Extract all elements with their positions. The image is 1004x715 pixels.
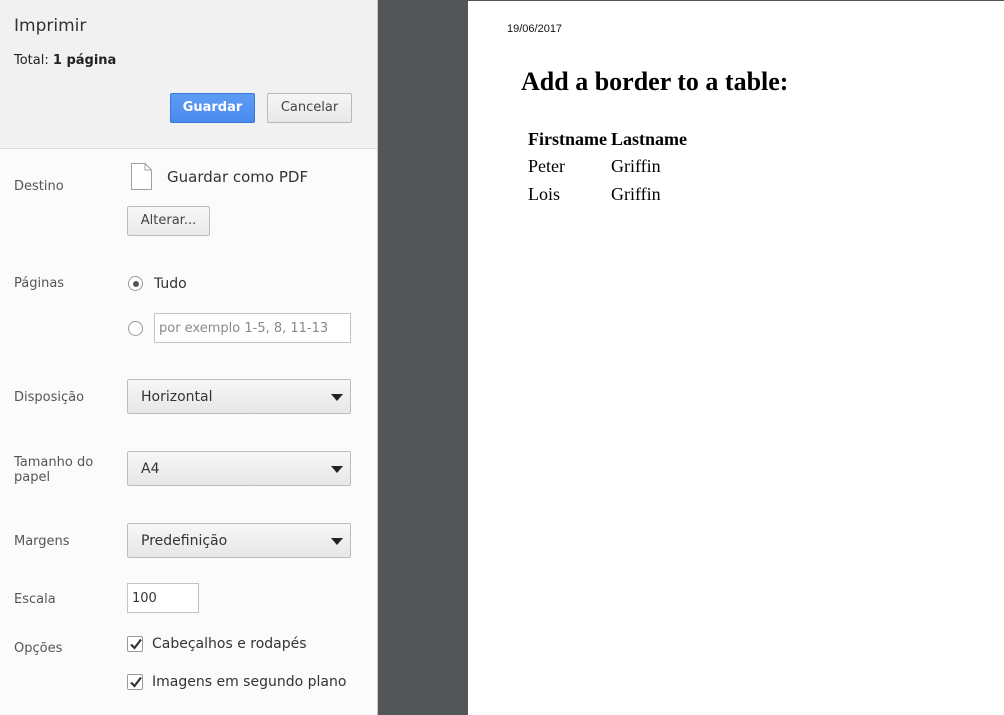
pdf-file-icon (131, 163, 152, 190)
paper-size-label: Tamanho do papel (14, 455, 94, 485)
background-images-checkbox[interactable] (127, 674, 143, 690)
change-destination-button[interactable]: Alterar... (127, 206, 210, 236)
chevron-down-icon (331, 466, 343, 473)
table-header-cell: Lastname (610, 128, 687, 149)
preview-heading: Add a border to a table: (521, 67, 789, 96)
pages-label: Páginas (14, 276, 65, 291)
headers-footers-label: Cabeçalhos e rodapés (152, 636, 307, 652)
table-row: Peter Griffin (527, 153, 688, 179)
checkmark-icon (130, 638, 142, 650)
background-images-label: Imagens em segundo plano (152, 674, 347, 690)
layout-label: Disposição (14, 390, 85, 405)
margins-select[interactable]: Predefinição (127, 523, 351, 558)
page-total: Total: 1 página (14, 53, 116, 68)
table-cell: Peter (528, 155, 565, 176)
paper-size-value: A4 (141, 461, 160, 477)
options-label: Opções (14, 641, 63, 656)
print-header: Imprimir Total: 1 página Guardar Cancela… (0, 0, 377, 149)
table-header-cell: Firstname (528, 128, 607, 149)
margins-label: Margens (14, 534, 70, 549)
layout-select[interactable]: Horizontal (127, 379, 351, 414)
table-cell: Lois (528, 183, 561, 204)
cancel-button[interactable]: Cancelar (267, 93, 352, 123)
table-cell: Griffin (610, 183, 661, 204)
paper-size-select[interactable]: A4 (127, 451, 351, 486)
preview-table: Firstname Lastname Peter Griffin Lois Gr… (525, 125, 690, 209)
chevron-down-icon (331, 538, 343, 545)
headers-footers-checkbox[interactable] (127, 636, 143, 652)
print-settings-sidebar: Imprimir Total: 1 página Guardar Cancela… (0, 0, 378, 715)
margins-value: Predefinição (141, 533, 228, 549)
table-cell: Griffin (610, 155, 661, 176)
layout-value: Horizontal (141, 389, 213, 405)
pages-all-radio[interactable] (128, 276, 143, 291)
scale-input[interactable] (127, 583, 199, 613)
save-button[interactable]: Guardar (170, 93, 255, 123)
pages-range-input[interactable] (154, 313, 351, 343)
preview-date: 19/06/2017 (507, 23, 563, 35)
checkmark-icon (130, 676, 142, 688)
table-row: Lois Griffin (527, 181, 688, 207)
scale-label: Escala (14, 592, 56, 607)
destination-label: Destino (14, 179, 64, 194)
table-header-row: Firstname Lastname (527, 127, 688, 151)
pages-custom-radio[interactable] (128, 321, 143, 336)
chevron-down-icon (331, 394, 343, 401)
total-value: 1 página (52, 53, 117, 68)
pages-all-label: Tudo (154, 276, 187, 292)
destination-name: Guardar como PDF (167, 168, 309, 186)
dialog-title: Imprimir (14, 16, 87, 36)
total-prefix: Total: (14, 53, 49, 68)
print-preview-page: 19/06/2017 Add a border to a table: Firs… (468, 1, 1004, 715)
